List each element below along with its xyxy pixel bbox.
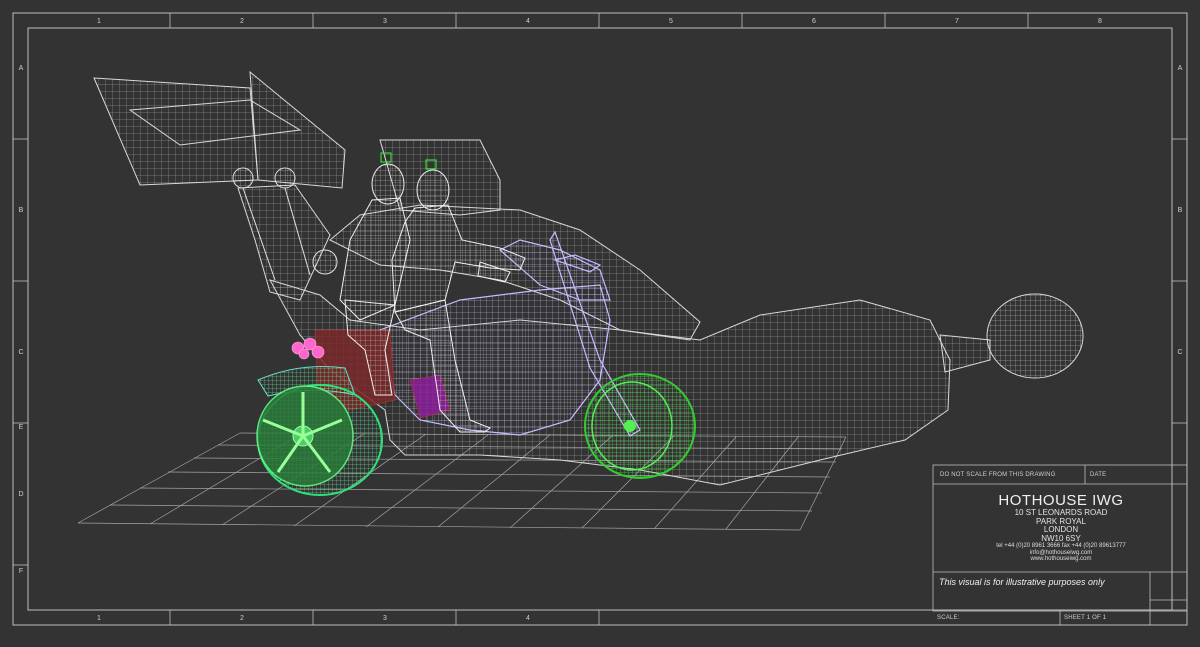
col-label-bottom: 4 (526, 615, 530, 622)
row-label-right: C (1177, 349, 1182, 356)
sheet-label: SHEET 1 OF 1 (1064, 615, 1107, 621)
row-label-right: A (1178, 65, 1183, 72)
row-label-right: B (1178, 207, 1183, 214)
disclaimer-text: This visual is for illustrative purposes… (939, 577, 1105, 587)
col-label-bottom: 1 (97, 615, 101, 622)
row-label-left: F (19, 568, 23, 575)
nose-sphere-wireframe (986, 293, 1084, 379)
company-name: HOTHOUSE IWG (998, 492, 1124, 509)
col-label-top: 5 (669, 18, 673, 25)
date-label: DATE (1090, 472, 1107, 478)
row-label-left: C (18, 349, 23, 356)
col-label-top: 6 (812, 18, 816, 25)
col-label-top: 4 (526, 18, 530, 25)
col-label-top: 2 (240, 18, 244, 25)
col-label-top: 8 (1098, 18, 1102, 25)
col-label-bottom: 3 (383, 615, 387, 622)
col-label-top: 3 (383, 18, 387, 25)
row-label-left: A (19, 65, 24, 72)
no-scale-note: DO NOT SCALE FROM THIS DRAWING (940, 472, 1056, 478)
company-block: HOTHOUSE IWG 10 ST LEONARDS ROAD PARK RO… (938, 492, 1184, 563)
col-label-top: 1 (97, 18, 101, 25)
front-wheel (584, 373, 696, 479)
address-line: NW10 6SY (1041, 533, 1081, 543)
col-label-bottom: 2 (240, 615, 244, 622)
scale-label: SCALE: (937, 615, 960, 621)
col-label-top: 7 (955, 18, 959, 25)
rear-wheel (256, 384, 383, 496)
row-label-left: D (18, 491, 23, 498)
website-link[interactable]: www.hothouseiwg.com (938, 556, 1184, 563)
row-label-left: E (19, 424, 24, 431)
row-label-left: B (19, 207, 24, 214)
